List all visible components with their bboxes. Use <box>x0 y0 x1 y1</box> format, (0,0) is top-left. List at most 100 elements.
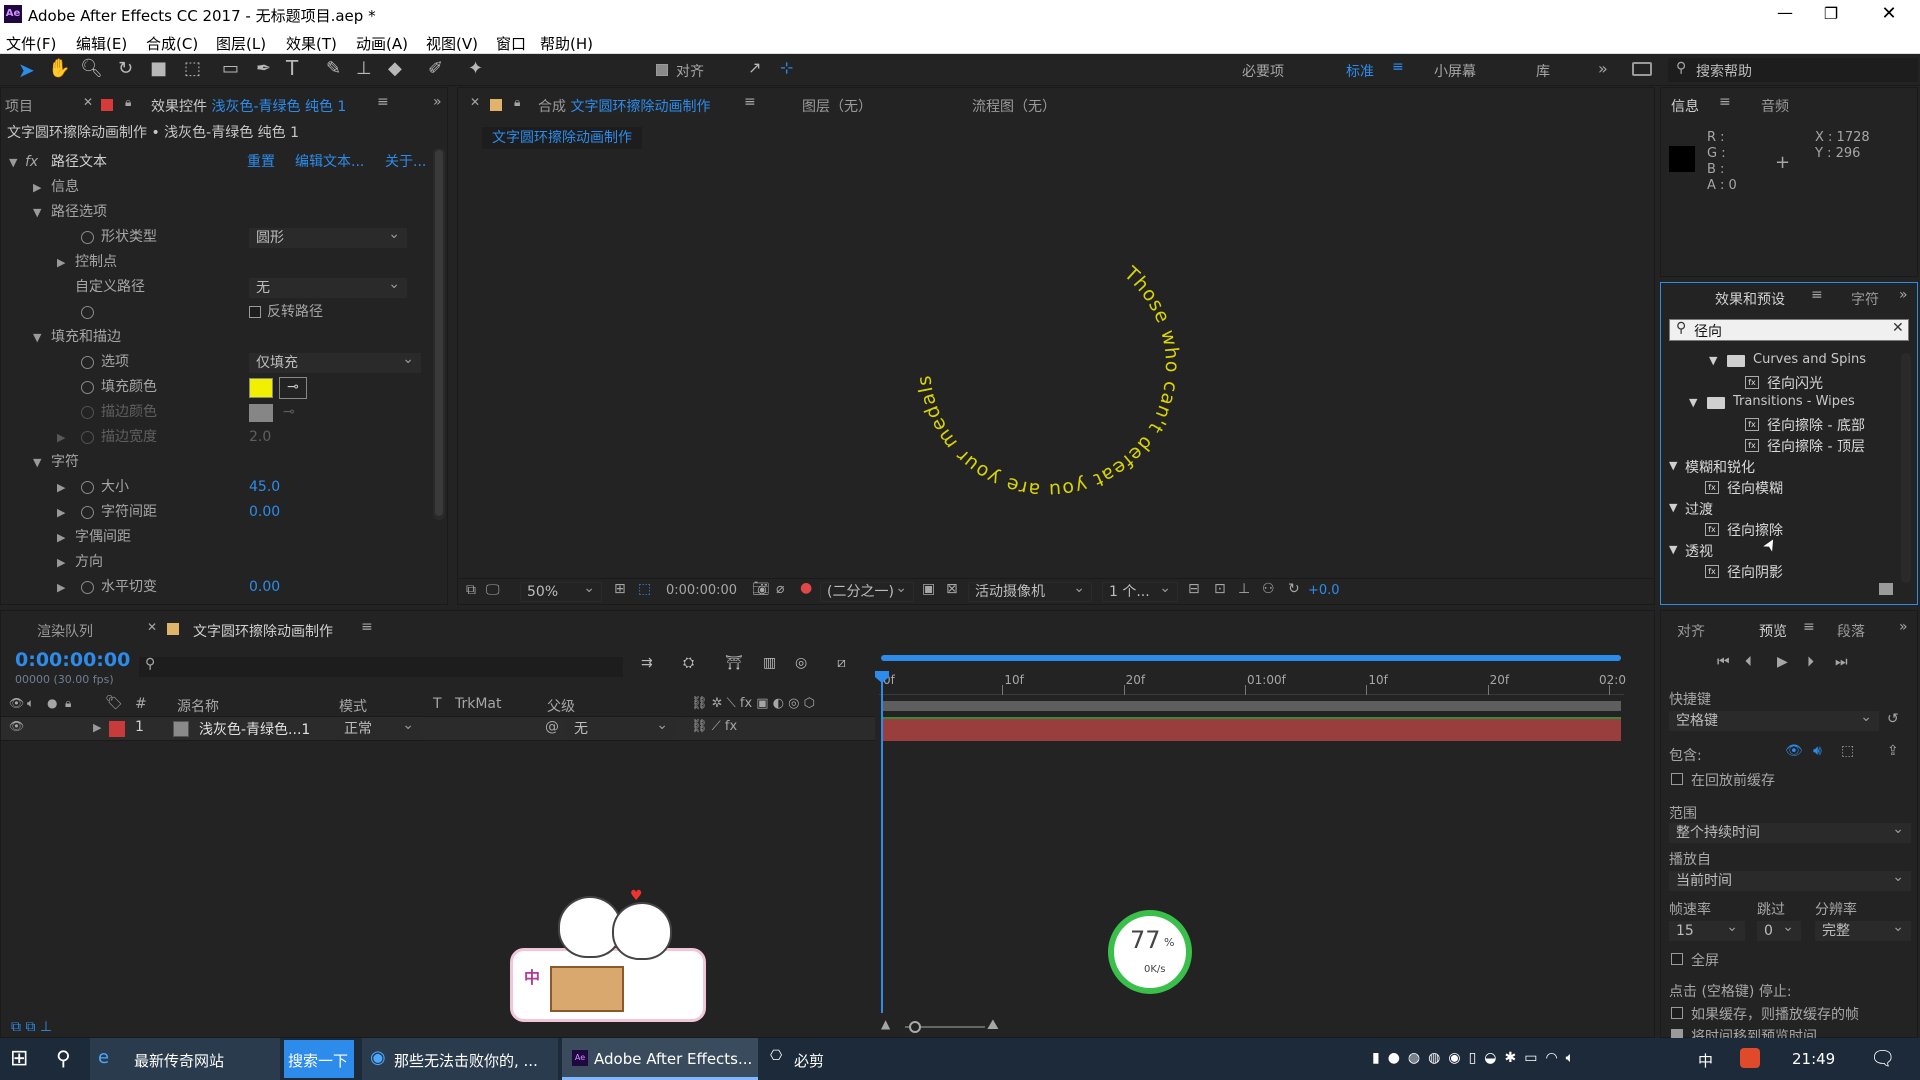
current-time[interactable]: 0:00:00:00 <box>666 583 737 598</box>
tab-project[interactable]: 项目 <box>5 96 33 116</box>
mode-header[interactable]: 模式 <box>339 696 367 716</box>
workspace-small-screen[interactable]: 小屏幕 <box>1434 61 1476 81</box>
camera-tool-icon[interactable]: ■ <box>150 58 167 79</box>
panel-menu-icon[interactable]: ≡ <box>1719 94 1731 110</box>
timeline-search-box[interactable]: ⚲ <box>139 656 623 677</box>
prev-frame-icon[interactable]: ⏴ <box>1745 654 1752 670</box>
source-name-header[interactable]: 源名称 <box>177 696 219 716</box>
tab-audio[interactable]: 音频 <box>1761 96 1789 116</box>
draft-3d-icon[interactable]: ⛭ <box>683 655 694 671</box>
stopwatch-icon[interactable] <box>81 306 94 319</box>
always-preview-icon[interactable]: ⧉ <box>466 582 476 598</box>
switches-header-icon[interactable]: ⛓ ✲ ⟍ fx ▣ ◐ ◎ ⬡ <box>691 696 815 711</box>
notification-icon[interactable]: 🗨︎ <box>1870 1046 1895 1070</box>
zoom-in-icon[interactable]: ⛰ <box>987 1017 999 1033</box>
layer-duration-bar[interactable] <box>881 717 1621 741</box>
tab-align[interactable]: 对齐 <box>1677 621 1705 641</box>
include-audio-icon[interactable]: 🔊︎ <box>1813 743 1822 759</box>
stopwatch-icon[interactable] <box>81 356 94 369</box>
tree-item-folder[interactable]: ▼ Transitions - Wipes <box>1661 393 1899 414</box>
collapse-icon[interactable]: ▼ <box>33 325 41 350</box>
lock-icon[interactable]: 🔒︎ <box>514 95 520 110</box>
reset-link[interactable]: 重置 <box>247 150 275 175</box>
last-frame-icon[interactable]: ⏭ <box>1835 654 1848 670</box>
help-search-box[interactable]: ⚲ 搜索帮助 <box>1668 58 1918 82</box>
tree-collapse-icon[interactable]: ▼ <box>1669 543 1677 556</box>
rotate-tool-icon[interactable]: ↻ <box>118 58 133 79</box>
reset-exposure-icon[interactable]: ↻ <box>1288 581 1300 597</box>
help-search-input[interactable]: 搜索帮助 <box>1696 61 1752 81</box>
current-time-indicator[interactable] <box>881 673 883 1013</box>
layer-switches-icon[interactable]: ⛓ ⟋ fx <box>691 719 737 734</box>
expand-icon[interactable]: ▶ <box>57 525 65 550</box>
collapse-icon[interactable]: ▼ <box>33 200 41 225</box>
shy-layers-icon[interactable]: ⛩ <box>725 655 743 671</box>
panel-menu-icon[interactable]: ≡ <box>1803 619 1815 635</box>
cat-sticker-widget[interactable]: ♥ 中 <box>508 888 708 1028</box>
tree-collapse-icon[interactable]: ▼ <box>1689 396 1697 409</box>
pan-behind-tool-icon[interactable]: ⬚ <box>184 58 201 79</box>
comp-breadcrumb[interactable]: 文字圆环擦除动画制作 <box>482 127 642 149</box>
eraser-tool-icon[interactable]: ◆ <box>388 58 402 79</box>
tree-collapse-icon[interactable]: ▼ <box>1669 501 1677 514</box>
stopwatch-icon[interactable] <box>81 231 94 244</box>
puppet-tool-icon[interactable]: ✦ <box>468 58 483 79</box>
zoom-out-icon[interactable]: ▲ <box>881 1017 890 1031</box>
taskbar-search-icon[interactable]: ⚲ <box>56 1046 71 1070</box>
motion-blur-icon[interactable]: ◎ <box>795 655 807 671</box>
menu-item[interactable]: 图层(L) <box>216 33 266 54</box>
timeline-footer-icon[interactable]: ⧉ ⧉ ⊥ <box>11 1019 52 1035</box>
sync-settings-icon[interactable] <box>1632 62 1652 76</box>
expand-icon[interactable]: ▶ <box>33 175 41 200</box>
scrollbar-thumb[interactable] <box>435 150 443 516</box>
horizontal-shear-value[interactable]: 0.00 <box>249 575 280 600</box>
ime-indicator[interactable]: 中 <box>1698 1050 1713 1071</box>
tree-collapse-icon[interactable]: ▼ <box>1669 459 1677 472</box>
panel-menu-icon[interactable]: ≡ <box>377 94 389 110</box>
tree-collapse-icon[interactable]: ▼ <box>1709 354 1717 367</box>
menu-item[interactable]: 视图(V) <box>426 33 478 54</box>
tab-timeline-comp[interactable]: 文字圆环擦除动画制作 <box>193 621 333 641</box>
tree-item-preset[interactable]: fx 径向擦除 - 顶层 <box>1661 435 1899 456</box>
more-workspaces-icon[interactable]: » <box>1598 59 1608 78</box>
menu-item[interactable]: 效果(T) <box>286 33 337 54</box>
align-checkbox[interactable] <box>656 64 668 76</box>
rectangle-tool-icon[interactable]: ▭ <box>222 58 239 79</box>
pixel-aspect-icon[interactable]: ⊡ <box>1214 581 1226 597</box>
time-navigator[interactable] <box>881 655 1621 661</box>
snap-options-icon[interactable]: ⊹ <box>780 58 793 77</box>
toggle-mask-icon[interactable]: ⊠ <box>946 581 958 597</box>
minimize-icon[interactable]: — <box>1762 0 1808 30</box>
play-icon[interactable]: ▶ <box>1777 654 1788 670</box>
zoom-dropdown[interactable]: 50% <box>520 579 602 602</box>
control-points-row[interactable]: ▶ 控制点 <box>1 250 429 275</box>
panel-menu-icon[interactable]: ≡ <box>361 619 373 635</box>
workspace-standard[interactable]: 标准 <box>1346 61 1374 81</box>
parent-header[interactable]: 父级 <box>547 696 575 716</box>
taskbar-search-button[interactable]: 搜索一下 <box>284 1040 354 1078</box>
mode-dropdown[interactable]: 正常 <box>337 716 421 739</box>
expand-panels-icon[interactable]: » <box>1899 619 1908 635</box>
next-frame-icon[interactable]: ⏵ <box>1807 654 1814 670</box>
tree-item-effect[interactable]: fx 径向模糊 <box>1661 477 1899 498</box>
frame-rate-dropdown[interactable]: 15 <box>1669 918 1745 941</box>
workspace-menu-icon[interactable]: ≡ <box>1392 59 1404 75</box>
timeline-timecode[interactable]: 0:00:00:00 <box>15 649 130 671</box>
display-icon[interactable]: 🖵︎ <box>486 582 500 598</box>
effects-search-input[interactable]: 径向 <box>1694 321 1722 341</box>
channel-icon[interactable]: ● <box>800 580 812 596</box>
effects-search-box[interactable]: ⚲ 径向 ✕ <box>1669 319 1909 341</box>
pen-tool-icon[interactable]: ✒ <box>256 58 271 79</box>
tab-layer[interactable]: 图层（无） <box>802 96 872 116</box>
selection-tool-icon[interactable]: ➤ <box>18 58 35 82</box>
clock[interactable]: 21:49 <box>1792 1050 1835 1068</box>
frame-blending-icon[interactable]: ▥ <box>763 655 776 671</box>
taskbar-item-after-effects[interactable]: Ae Adobe After Effects... <box>562 1038 758 1080</box>
expand-layer-icon[interactable]: ▶ <box>93 721 101 734</box>
exposure-value[interactable]: +0.0 <box>1308 583 1340 598</box>
tracking-value[interactable]: 0.00 <box>249 500 280 525</box>
flowchart-icon[interactable]: ⚇ <box>1262 581 1275 597</box>
audio-switch-icon[interactable]: 🔈︎ <box>27 696 34 711</box>
layout-icon[interactable]: ⊟ <box>1188 581 1200 597</box>
fast-preview-icon[interactable]: ▣ <box>922 581 935 597</box>
